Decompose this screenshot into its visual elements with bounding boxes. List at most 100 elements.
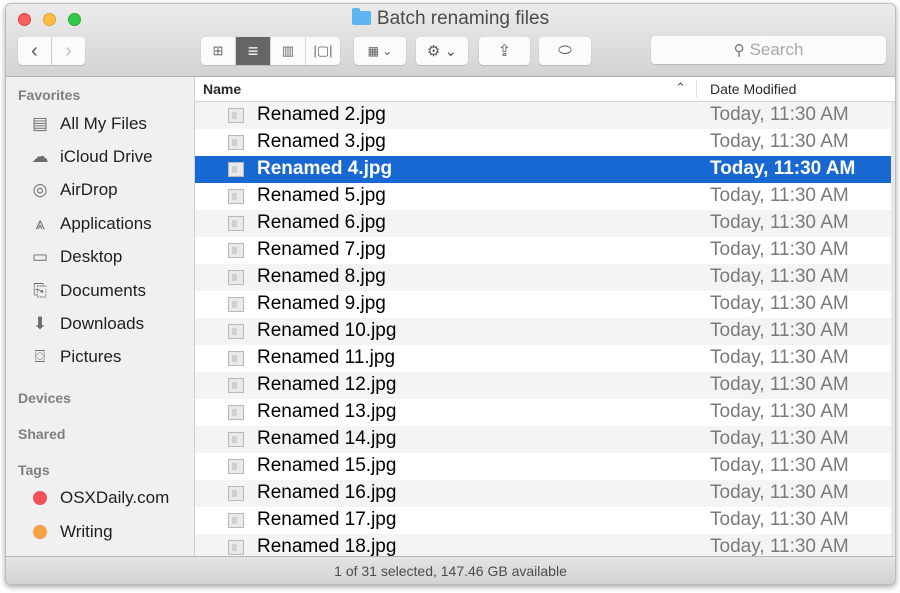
list-view-button[interactable]: ≡ [236,37,271,65]
sidebar-item-icloud-drive[interactable]: ☁ iCloud Drive [28,145,153,169]
sidebar-item-downloads[interactable]: ⬇ Downloads [28,312,144,336]
image-file-icon [228,270,244,285]
file-name: Renamed 7.jpg [257,239,386,260]
sidebar-item-all-my-files[interactable]: ▤ All My Files [28,112,147,136]
file-row[interactable]: Renamed 11.jpg Today, 11:30 AM [195,345,895,372]
image-file-icon [228,432,244,447]
image-file-icon [228,405,244,420]
chevron-right-icon: › [65,39,72,62]
file-row[interactable]: Renamed 7.jpg Today, 11:30 AM [195,237,895,264]
sidebar-tag-writing[interactable]: Writing [28,520,113,544]
file-date-modified: Today, 11:30 AM [710,401,849,422]
column-header-date-modified[interactable]: Date Modified [710,81,796,97]
file-name: Renamed 6.jpg [257,212,386,233]
sidebar-item-label: Documents [60,281,146,300]
image-file-icon [228,135,244,150]
sidebar-item-applications[interactable]: ⩓ Applications [28,212,152,236]
file-date-modified: Today, 11:30 AM [710,185,849,206]
file-row[interactable]: Renamed 8.jpg Today, 11:30 AM [195,264,895,291]
file-date-modified: Today, 11:30 AM [710,455,849,476]
window-title-text: Batch renaming files [376,8,550,29]
image-file-icon [228,243,244,258]
coverflow-view-icon: |▢| [313,43,333,58]
file-row[interactable]: Renamed 4.jpg Today, 11:30 AM [195,156,895,183]
file-row[interactable]: Renamed 18.jpg Today, 11:30 AM [195,534,895,556]
file-row[interactable]: Renamed 3.jpg Today, 11:30 AM [195,129,895,156]
sidebar-tag-osxdaily[interactable]: OSXDaily.com [28,486,169,510]
file-name: Renamed 2.jpg [257,104,386,125]
downloads-icon: ⬇ [32,314,48,333]
file-name: Renamed 14.jpg [257,428,397,449]
image-file-icon [228,540,244,555]
file-row[interactable]: Renamed 13.jpg Today, 11:30 AM [195,399,895,426]
camera-icon: ⌼ [34,347,46,366]
file-row[interactable]: Renamed 6.jpg Today, 11:30 AM [195,210,895,237]
file-row[interactable]: Renamed 9.jpg Today, 11:30 AM [195,291,895,318]
arrange-button[interactable]: ▦ ⌄ [354,37,406,65]
icon-view-icon: ⊞ [212,43,224,58]
forward-button[interactable]: › [52,37,85,65]
column-header: Name ⌃ Date Modified [195,77,895,102]
sidebar-section-shared[interactable]: Shared [18,426,65,442]
file-row[interactable]: Renamed 5.jpg Today, 11:30 AM [195,183,895,210]
sidebar-item-label: Applications [60,214,152,233]
file-date-modified: Today, 11:30 AM [710,482,849,503]
file-name: Renamed 4.jpg [257,158,393,179]
scrollbar[interactable] [891,102,895,556]
sidebar-item-label: OSXDaily.com [60,488,170,507]
action-button[interactable]: ⚙ ⌄ [416,37,468,65]
column-divider[interactable] [696,80,697,98]
sidebar-item-label: AirDrop [60,180,118,199]
file-row[interactable]: Renamed 12.jpg Today, 11:30 AM [195,372,895,399]
column-view-icon: ▥ [281,43,295,58]
airdrop-icon: ◎ [32,180,48,199]
column-view-button[interactable]: ▥ [271,37,306,65]
applications-icon: ⩓ [35,214,45,233]
edit-tags-button[interactable]: ⬭ [539,37,591,65]
icon-view-button[interactable]: ⊞ [201,37,236,65]
file-date-modified: Today, 11:30 AM [710,536,849,556]
gear-icon: ⚙ ⌄ [426,43,458,60]
file-row[interactable]: Renamed 15.jpg Today, 11:30 AM [195,453,895,480]
file-date-modified: Today, 11:30 AM [710,347,849,368]
image-file-icon [228,459,244,474]
folder-icon [351,8,371,25]
file-row[interactable]: Renamed 17.jpg Today, 11:30 AM [195,507,895,534]
sidebar-item-documents[interactable]: ⎘ Documents [28,279,146,303]
column-header-name[interactable]: Name [203,81,241,97]
file-name: Renamed 8.jpg [257,266,386,287]
tag-icon: ⬭ [558,42,572,59]
file-row[interactable]: Renamed 16.jpg Today, 11:30 AM [195,480,895,507]
orange-tag-dot-icon [33,525,47,539]
file-name: Renamed 5.jpg [257,185,386,206]
file-list: Name ⌃ Date Modified Renamed 2.jpg Today,… [195,77,895,556]
search-icon: ⚲ [733,42,745,59]
sidebar-section-tags[interactable]: Tags [18,462,50,478]
sidebar-item-desktop[interactable]: ▭ Desktop [28,245,122,269]
cloud-icon: ☁ [31,147,49,166]
sidebar-item-pictures[interactable]: ⌼ Pictures [28,345,122,369]
image-file-icon [228,108,244,123]
sidebar-item-label: iCloud Drive [60,147,153,166]
red-tag-dot-icon [33,491,47,505]
share-button[interactable]: ⇪ [479,37,530,65]
chevron-left-icon: ‹ [31,39,38,62]
back-button[interactable]: ‹ [18,37,51,65]
image-file-icon [228,378,244,393]
image-file-icon [228,297,244,312]
file-row[interactable]: Renamed 10.jpg Today, 11:30 AM [195,318,895,345]
coverflow-view-button[interactable]: |▢| [306,37,340,65]
sidebar-item-label: Writing [60,522,113,541]
file-rows: Renamed 2.jpg Today, 11:30 AM Renamed 3.jp… [195,102,895,556]
file-name: Renamed 9.jpg [257,293,386,314]
file-date-modified: Today, 11:30 AM [710,320,849,341]
sidebar-item-label: All My Files [60,114,147,133]
file-date-modified: Today, 11:30 AM [710,266,849,287]
finder-window: Batch renaming files ‹ › ⊞ ≡ ▥ |▢| ▦ ⌄ ⚙… [5,3,896,585]
sidebar-section-devices[interactable]: Devices [18,390,71,406]
file-row[interactable]: Renamed 14.jpg Today, 11:30 AM [195,426,895,453]
file-name: Renamed 3.jpg [257,131,386,152]
sidebar-item-airdrop[interactable]: ◎ AirDrop [28,178,118,202]
file-row[interactable]: Renamed 2.jpg Today, 11:30 AM [195,102,895,129]
search-field[interactable]: ⚲ Search [651,36,886,64]
